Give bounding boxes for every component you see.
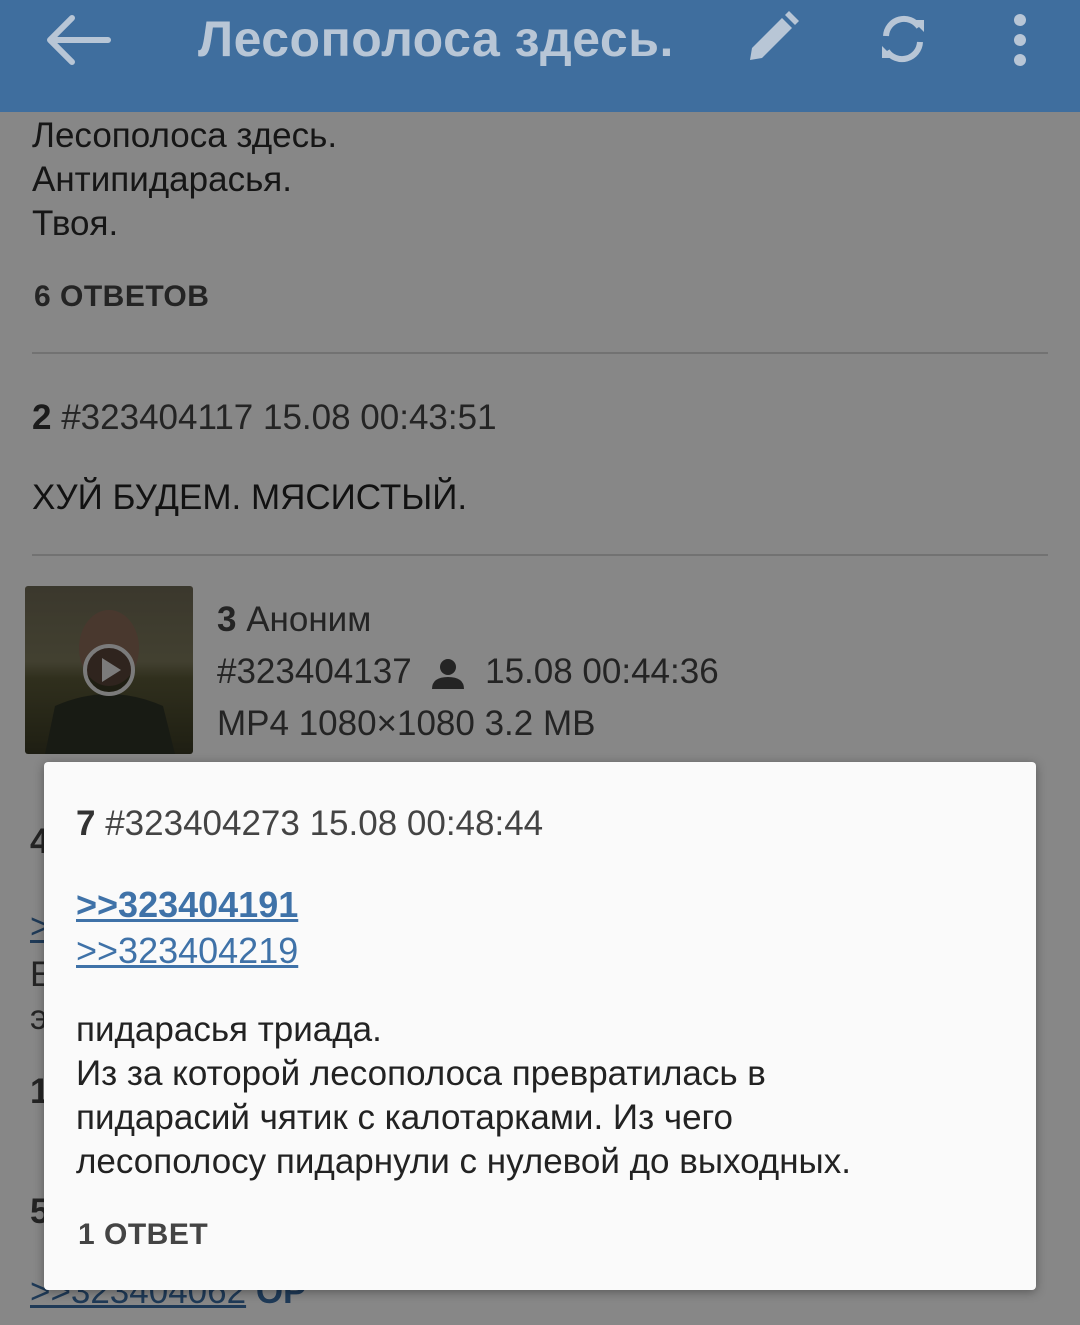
body-line: Из за которой лесополоса превратилась в [76, 1054, 766, 1093]
post-number: 7 [76, 804, 96, 843]
post-preview-popup: 7 #323404273 15.08 00:48:44 >>323404191 … [44, 762, 1036, 1290]
reply-link[interactable]: >>323404219 [76, 930, 298, 972]
body-line: лесополосу пидарнули с нулевой до выходн… [76, 1142, 851, 1181]
body-line: пидарасья триада. [76, 1010, 382, 1049]
more-vert-icon[interactable] [1006, 12, 1034, 68]
body-line: пидарасий чятик с калотарками. Из чего [76, 1098, 734, 1137]
post-id-date[interactable]: #323404273 15.08 00:48:44 [105, 804, 543, 843]
arrow-left-icon[interactable] [44, 14, 114, 66]
popup-post-header: 7 #323404273 15.08 00:48:44 [76, 804, 543, 844]
popup-post-body: пидарасья триада. Из за которой лесополо… [76, 1008, 851, 1184]
popup-replies-button[interactable]: 1 ОТВЕТ [78, 1218, 208, 1252]
app-bar: Лесополоса здесь. [0, 0, 1080, 112]
pencil-icon[interactable] [744, 10, 800, 66]
reply-link[interactable]: >>323404191 [76, 884, 298, 926]
refresh-icon[interactable] [876, 12, 930, 66]
thread-title: Лесополоса здесь. [198, 11, 674, 67]
